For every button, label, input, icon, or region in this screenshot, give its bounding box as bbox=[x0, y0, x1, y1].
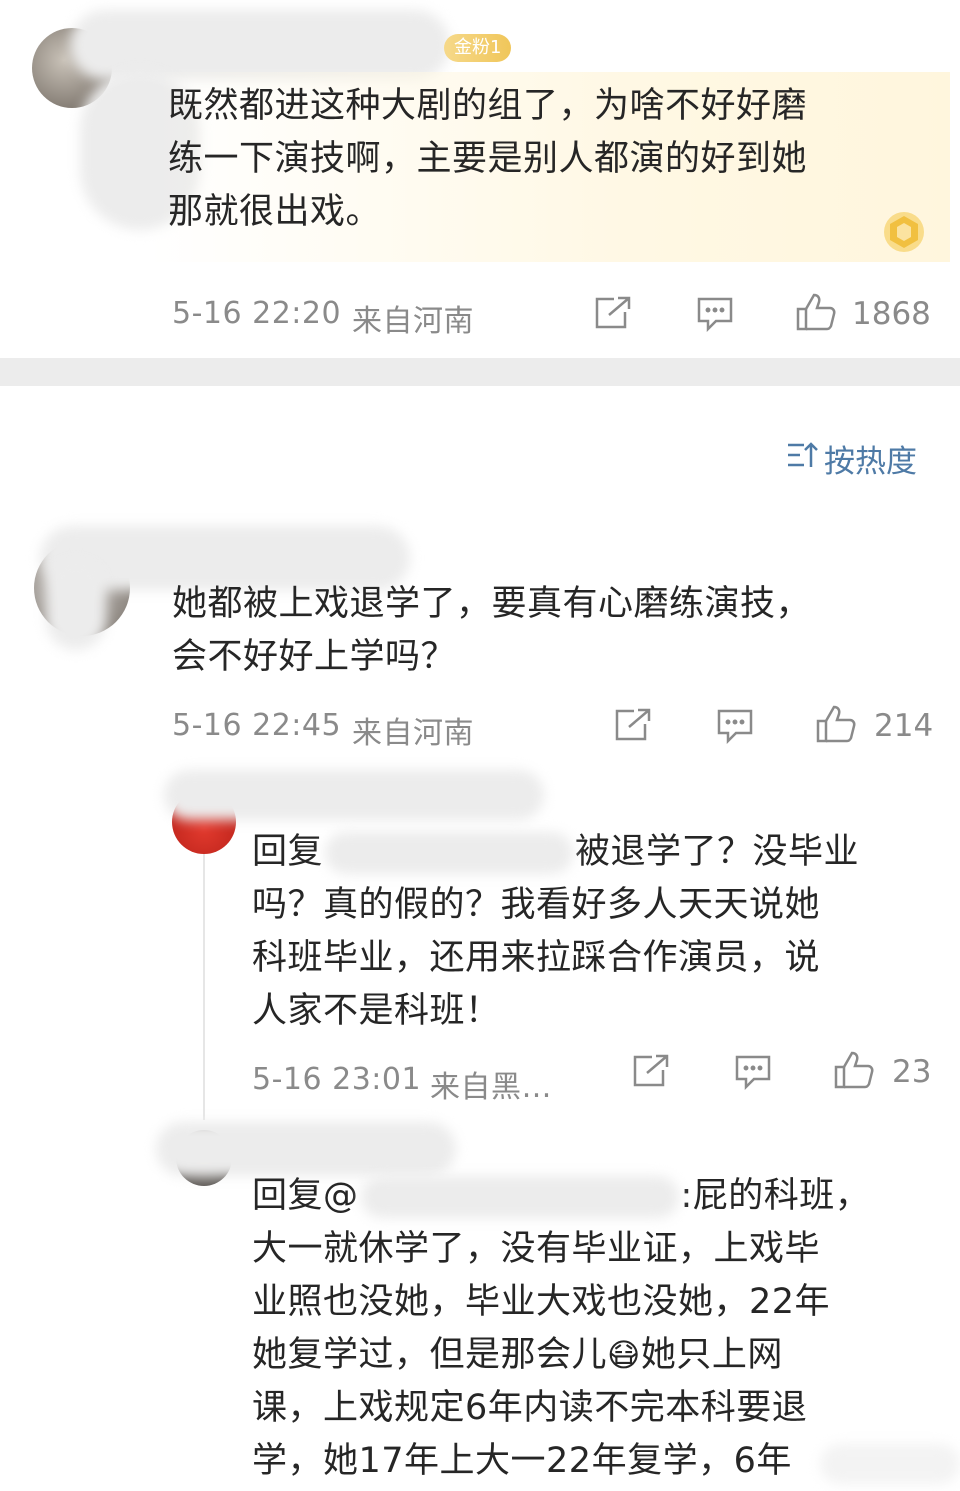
reply-text: 回复@ :屁的科班， 大一就休学了，没有毕业证，上戏毕 业照也没她，毕业大戏也没… bbox=[252, 1170, 870, 1488]
like-icon[interactable] bbox=[795, 292, 837, 336]
comment-text: 既然都进这种大剧的组了，为啥不好好磨 练一下演技啊，主要是别人都演的好到她 那就… bbox=[168, 86, 808, 232]
comment-date: 5-16 22:20 bbox=[172, 296, 342, 331]
reply-prefix: 回复 bbox=[252, 832, 324, 872]
username-redacted bbox=[164, 770, 544, 820]
thread-line bbox=[203, 830, 205, 1120]
sort-label: 按热度 bbox=[824, 444, 917, 480]
section-divider bbox=[0, 358, 960, 386]
comment-icon[interactable] bbox=[716, 708, 754, 748]
like-count: 214 bbox=[874, 708, 934, 744]
username-redacted bbox=[46, 560, 106, 650]
reply-line-tail: 被退学了？没毕业 bbox=[575, 832, 860, 872]
comment-icon[interactable] bbox=[734, 1054, 772, 1094]
username-redacted bbox=[70, 10, 450, 80]
watermark bbox=[820, 1444, 960, 1484]
mention-redacted[interactable] bbox=[360, 1175, 679, 1218]
like-count: 1868 bbox=[852, 296, 931, 332]
comment-icon[interactable] bbox=[696, 296, 734, 336]
mask-face-emoji: 😷 bbox=[607, 1336, 641, 1374]
like-icon[interactable] bbox=[833, 1050, 875, 1094]
reply-line-tail: :屁的科班， bbox=[680, 1176, 871, 1216]
reply-text: 回复 被退学了？没毕业 吗？真的假的？我看好多人天天说她 科班毕业，还用来拉踩合… bbox=[252, 826, 859, 1038]
comment-location: 来自河南 bbox=[352, 304, 474, 339]
share-icon[interactable] bbox=[632, 1054, 670, 1092]
username-redacted bbox=[156, 1122, 456, 1176]
comment-text: 她都被上戏退学了，要真有心磨练演技， 会不好好上学吗？ bbox=[172, 584, 812, 677]
share-icon[interactable] bbox=[614, 708, 652, 746]
share-icon[interactable] bbox=[594, 296, 632, 334]
sort-button[interactable]: 按热度 bbox=[786, 436, 917, 481]
comment-location: 来自河南 bbox=[352, 716, 474, 751]
sort-icon bbox=[786, 440, 818, 478]
reply-location: 来自黑… bbox=[430, 1070, 552, 1105]
mention-redacted[interactable] bbox=[325, 831, 574, 874]
like-icon[interactable] bbox=[815, 704, 857, 748]
fan-badge: 金粉1 bbox=[444, 34, 512, 62]
reply-prefix: 回复@ bbox=[252, 1176, 359, 1216]
gold-badge-icon bbox=[880, 208, 928, 256]
reply-date: 5-16 23:01 bbox=[252, 1062, 422, 1097]
comment-date: 5-16 22:45 bbox=[172, 708, 342, 743]
like-count: 23 bbox=[892, 1054, 932, 1090]
